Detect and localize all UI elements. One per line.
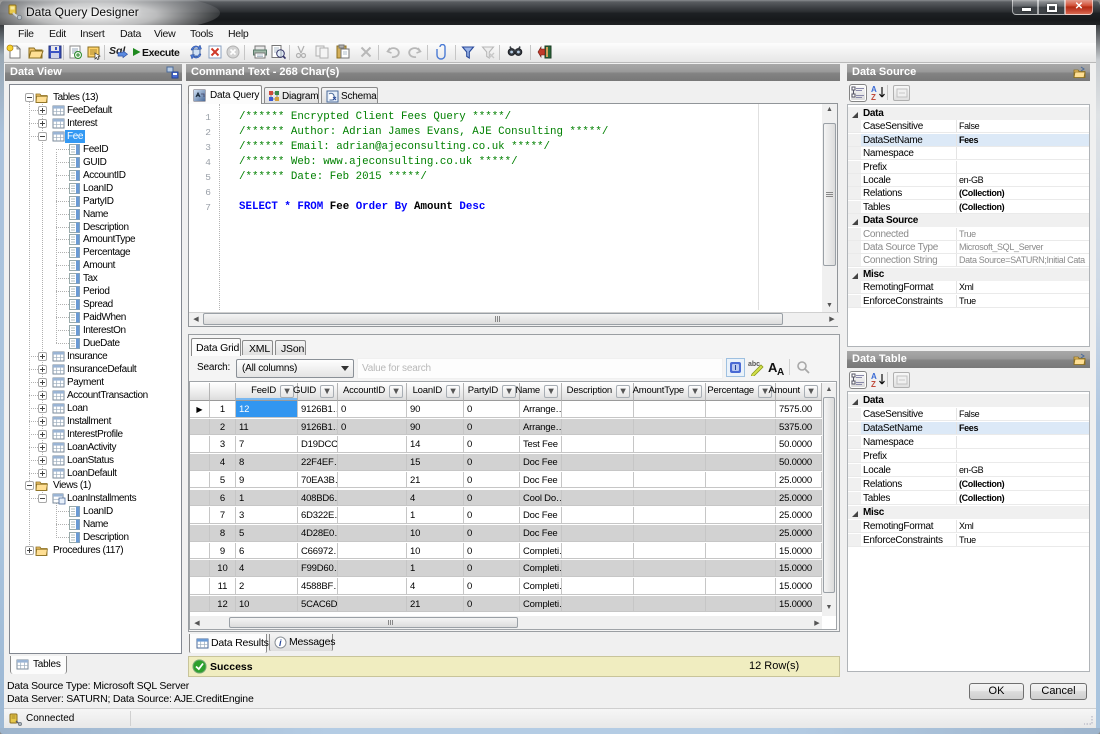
svg-text:A: A <box>777 367 784 376</box>
svg-text:Z: Z <box>871 93 876 101</box>
svg-text:abc: abc <box>748 361 760 368</box>
svg-text:Z: Z <box>871 380 876 388</box>
